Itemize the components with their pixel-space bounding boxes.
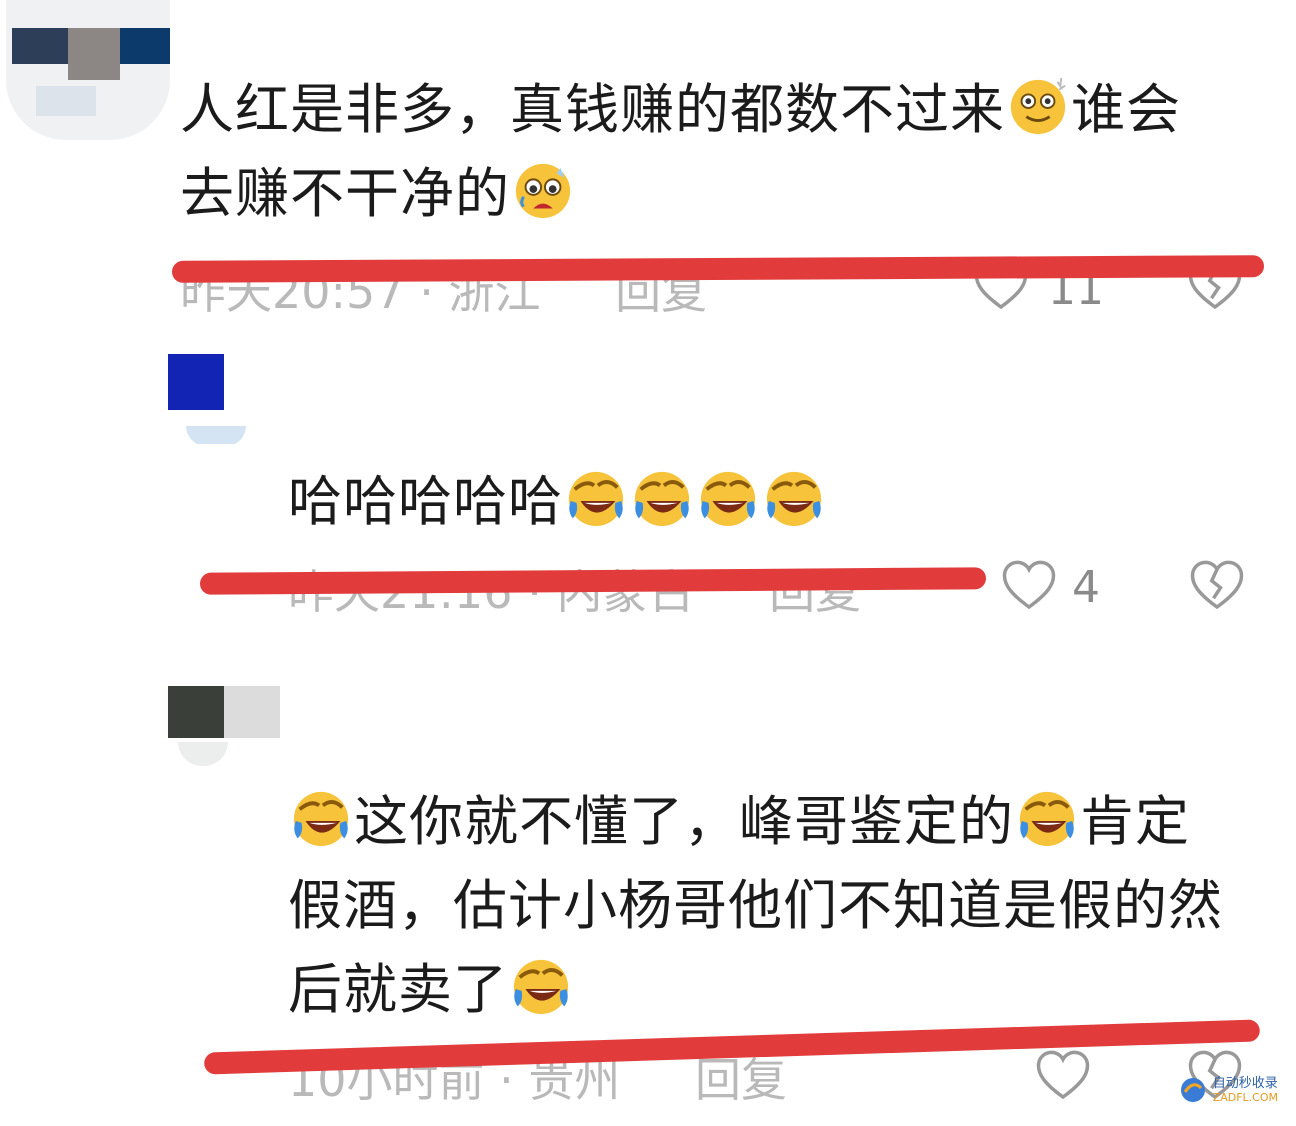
avatar[interactable]	[168, 686, 280, 766]
laughing-crying-emoji-icon	[631, 468, 693, 530]
avatar[interactable]	[168, 354, 248, 444]
laughing-crying-emoji-icon	[1016, 788, 1078, 850]
broken-heart-icon[interactable]	[1188, 558, 1246, 614]
laughing-crying-emoji-icon	[763, 468, 825, 530]
like-count: 4	[1072, 562, 1100, 613]
comment-3: 这你就不懂了，峰哥鉴定的 肯定 假酒，估计小杨哥他们不知道是假的然 后就卖了 10…	[0, 680, 1296, 1126]
comment-2: 哈哈哈哈哈 昨天21:16 · 内蒙古 回复 4	[0, 340, 1296, 640]
watermark: 自动秒收录 ZADFL.COM	[1179, 1076, 1278, 1104]
laughing-crying-emoji-icon	[510, 956, 572, 1018]
teary-emoji-icon	[512, 160, 574, 222]
laughing-crying-emoji-icon	[565, 468, 627, 530]
red-strike-line	[199, 567, 987, 595]
comment-text: 哈哈哈哈哈	[288, 460, 1188, 544]
smile-emoji-icon	[1007, 76, 1069, 138]
avatar[interactable]	[6, 0, 170, 140]
laughing-crying-emoji-icon	[697, 468, 759, 530]
watermark-line1: 自动秒收录	[1212, 1075, 1278, 1091]
reply-button[interactable]: 回复	[695, 1053, 787, 1107]
heart-icon[interactable]	[1034, 1048, 1092, 1104]
comment-1: 人红是非多，真钱赚的都数不过来 谁会 去赚不干净的 昨天20:57 · 浙江 回复…	[0, 0, 1296, 330]
comment-text: 这你就不懂了，峰哥鉴定的 肯定 假酒，估计小杨哥他们不知道是假的然 后就卖了	[288, 788, 1223, 1021]
laughing-crying-emoji-icon	[290, 788, 352, 850]
watermark-line2: ZADFL.COM	[1212, 1090, 1278, 1104]
comment-text: 人红是非多，真钱赚的都数不过来 谁会 去赚不干净的	[180, 76, 1181, 225]
watermark-logo-icon	[1180, 1078, 1205, 1102]
heart-icon[interactable]	[1000, 558, 1058, 614]
